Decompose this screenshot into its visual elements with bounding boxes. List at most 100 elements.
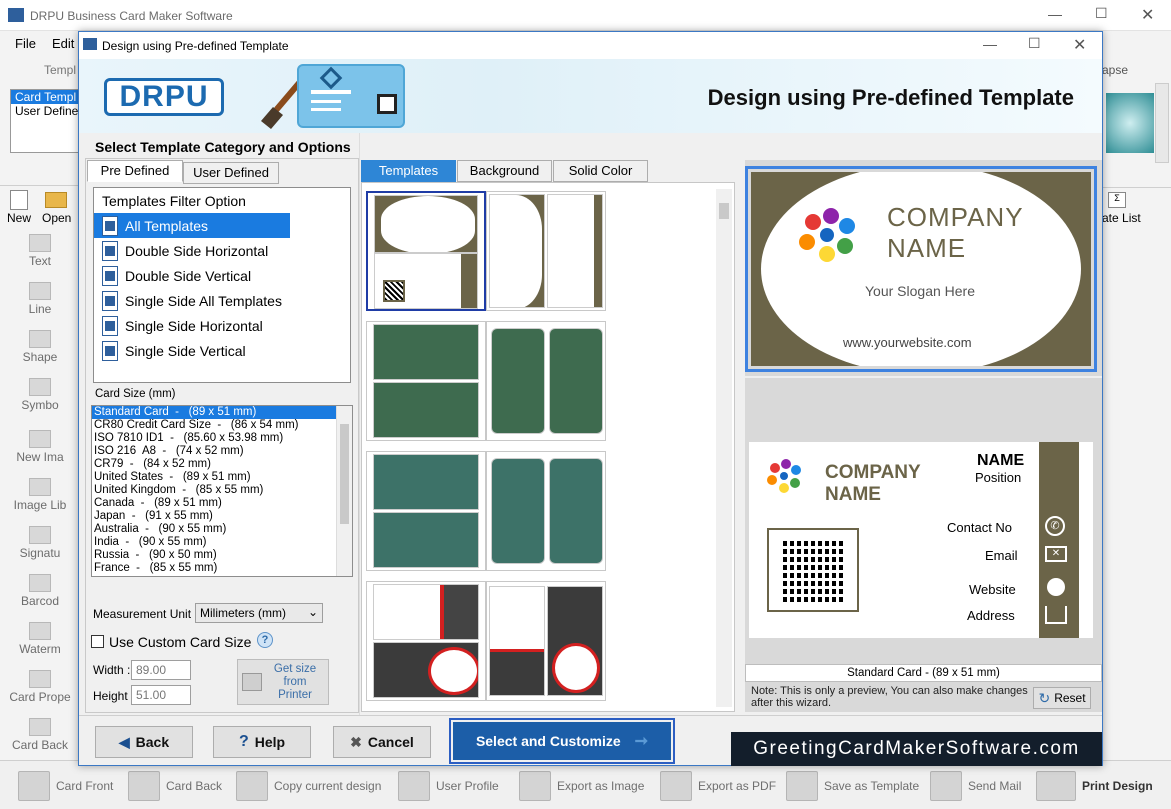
card-size-item[interactable]: United Kingdom - (85 x 55 mm): [92, 484, 352, 497]
template-thumb-6[interactable]: [486, 451, 606, 571]
send-mail-button[interactable]: Send Mail: [930, 769, 1021, 803]
tab-solid-color[interactable]: Solid Color: [553, 160, 648, 182]
list-button[interactable]: ate List: [1102, 211, 1141, 225]
tool-card-background[interactable]: Card Back: [0, 718, 80, 762]
select-customize-button[interactable]: Select and Customize ➞: [453, 722, 671, 760]
tool-text[interactable]: Text: [0, 234, 80, 278]
minimize-icon[interactable]: —: [1048, 6, 1062, 22]
print-design-button[interactable]: Print Design: [1036, 769, 1153, 803]
template-thumb-2[interactable]: [486, 191, 606, 311]
template-thumb-7[interactable]: [366, 581, 486, 701]
tool-image-library[interactable]: Image Lib: [0, 478, 80, 522]
maximize-icon[interactable]: ☐: [1095, 5, 1108, 22]
card-size-item[interactable]: Japan - (91 x 55 mm): [92, 510, 352, 523]
custom-size-checkbox[interactable]: [91, 635, 104, 648]
chevron-down-icon: ⌄: [307, 605, 318, 619]
template-icon: [102, 315, 118, 336]
card-size-item[interactable]: CR80 Credit Card Size - (86 x 54 mm): [92, 419, 352, 432]
tool-watermark[interactable]: Waterm: [0, 622, 80, 666]
user-profile-button[interactable]: User Profile: [398, 769, 499, 803]
card-size-item[interactable]: Canada - (89 x 51 mm): [92, 497, 352, 510]
template-thumb-1[interactable]: [366, 191, 486, 311]
help-circle-icon[interactable]: ?: [257, 632, 273, 648]
measurement-label: Measurement Unit :: [93, 607, 198, 621]
tool-card-properties[interactable]: Card Prope: [0, 670, 80, 714]
dialog-close-icon[interactable]: ✕: [1073, 35, 1086, 55]
get-size-printer-button[interactable]: Get size from Printer: [237, 659, 329, 705]
tool-new-image[interactable]: New Ima: [0, 430, 80, 474]
save-template-button[interactable]: Save as Template: [786, 769, 919, 803]
filter-single-horizontal[interactable]: Single Side Horizontal: [94, 313, 350, 338]
template-thumb-8[interactable]: [486, 581, 606, 701]
size-list-scrollbar[interactable]: [336, 406, 352, 576]
phone-icon: ✆: [1045, 516, 1065, 536]
open-button[interactable]: Open: [42, 211, 71, 225]
tool-signature[interactable]: Signatu: [0, 526, 80, 570]
card-front-button[interactable]: Card Front: [18, 769, 113, 803]
close-icon[interactable]: ✕: [1141, 5, 1154, 25]
card-size-item[interactable]: ISO 7810 ID1 - (85.60 x 53.98 mm): [92, 432, 352, 445]
template-thumb-4[interactable]: [486, 321, 606, 441]
tool-line[interactable]: Line: [0, 282, 80, 326]
template-thumb-3[interactable]: [366, 321, 486, 441]
card-back-button[interactable]: Card Back: [128, 769, 222, 803]
card-size-item[interactable]: United States - (89 x 51 mm): [92, 471, 352, 484]
ribbon-scrollbar[interactable]: [1155, 83, 1169, 163]
tab-pre-defined[interactable]: Pre Defined: [87, 160, 183, 182]
export-image-button[interactable]: Export as Image: [519, 769, 644, 803]
measurement-select[interactable]: Milimeters (mm) ⌄: [195, 603, 323, 623]
menu-file[interactable]: File: [15, 36, 36, 51]
card-size-item[interactable]: Standard Card - (89 x 51 mm): [92, 406, 336, 419]
ribbon-thumbnail[interactable]: [1106, 93, 1154, 153]
text-icon: [29, 234, 51, 252]
tool-symbol[interactable]: Symbo: [0, 378, 80, 426]
tool-barcode[interactable]: Barcod: [0, 574, 80, 618]
export-pdf-button[interactable]: Export as PDF: [660, 769, 776, 803]
card-size-list[interactable]: Standard Card - (89 x 51 mm) CR80 Credit…: [91, 405, 353, 577]
width-field[interactable]: 89.00: [131, 660, 191, 680]
preview-card-back: COMPANY NAME NAME Position Contact No Em…: [749, 442, 1093, 638]
height-field[interactable]: 51.00: [131, 685, 191, 705]
quick-toolbar: New Open: [0, 186, 80, 230]
dialog-icon: [83, 38, 97, 50]
filter-single-vertical[interactable]: Single Side Vertical: [94, 338, 350, 363]
tab-user-defined[interactable]: User Defined: [183, 162, 279, 184]
card-size-item[interactable]: France - (85 x 55 mm): [92, 562, 352, 575]
company-logo-icon: [767, 459, 801, 493]
template-list-item[interactable]: Card Templ: [11, 90, 79, 104]
copy-design-button[interactable]: Copy current design: [236, 769, 381, 803]
card-size-item[interactable]: India - (90 x 55 mm): [92, 536, 352, 549]
card-size-item[interactable]: ISO 216 A8 - (74 x 52 mm): [92, 445, 352, 458]
card-size-item[interactable]: Russia - (90 x 50 mm): [92, 549, 352, 562]
help-button[interactable]: ? Help: [213, 726, 311, 758]
template-list-item[interactable]: User Define: [11, 104, 79, 118]
qr-code: [767, 528, 859, 612]
tab-background[interactable]: Background: [457, 160, 552, 182]
template-thumb-5[interactable]: [366, 451, 486, 571]
drpu-logo: DRPU: [104, 78, 224, 116]
tab-templates[interactable]: Templates: [361, 160, 456, 182]
back-button[interactable]: ◀ Back: [95, 726, 193, 758]
dialog-maximize-icon[interactable]: ☐: [1028, 35, 1041, 52]
banner-title: Design using Pre-defined Template: [707, 85, 1074, 110]
scroll-thumb[interactable]: [340, 424, 349, 524]
scroll-thumb[interactable]: [719, 203, 729, 219]
template-list[interactable]: Card Templ User Define: [10, 89, 80, 153]
card-size-item[interactable]: Australia - (90 x 55 mm): [92, 523, 352, 536]
banner-card-graphic: [297, 64, 405, 128]
template-grid-scrollbar[interactable]: [716, 189, 732, 707]
new-button[interactable]: New: [7, 211, 31, 225]
cancel-button[interactable]: ✖ Cancel: [333, 726, 431, 758]
tool-shape[interactable]: Shape: [0, 330, 80, 374]
filter-double-horizontal[interactable]: Double Side Horizontal: [94, 238, 350, 263]
reset-button[interactable]: ↻ Reset: [1033, 687, 1091, 709]
filter-single-all[interactable]: Single Side All Templates: [94, 288, 350, 313]
thumb-card-front: [491, 458, 545, 564]
filter-double-vertical[interactable]: Double Side Vertical: [94, 263, 350, 288]
card-size-item[interactable]: CR79 - (84 x 52 mm): [92, 458, 352, 471]
filter-all-templates[interactable]: All Templates: [94, 213, 290, 238]
menu-edit[interactable]: Edit: [52, 36, 74, 51]
new-file-icon: [10, 190, 28, 210]
front-company-name: NAME: [887, 233, 967, 263]
dialog-minimize-icon[interactable]: —: [983, 36, 997, 52]
